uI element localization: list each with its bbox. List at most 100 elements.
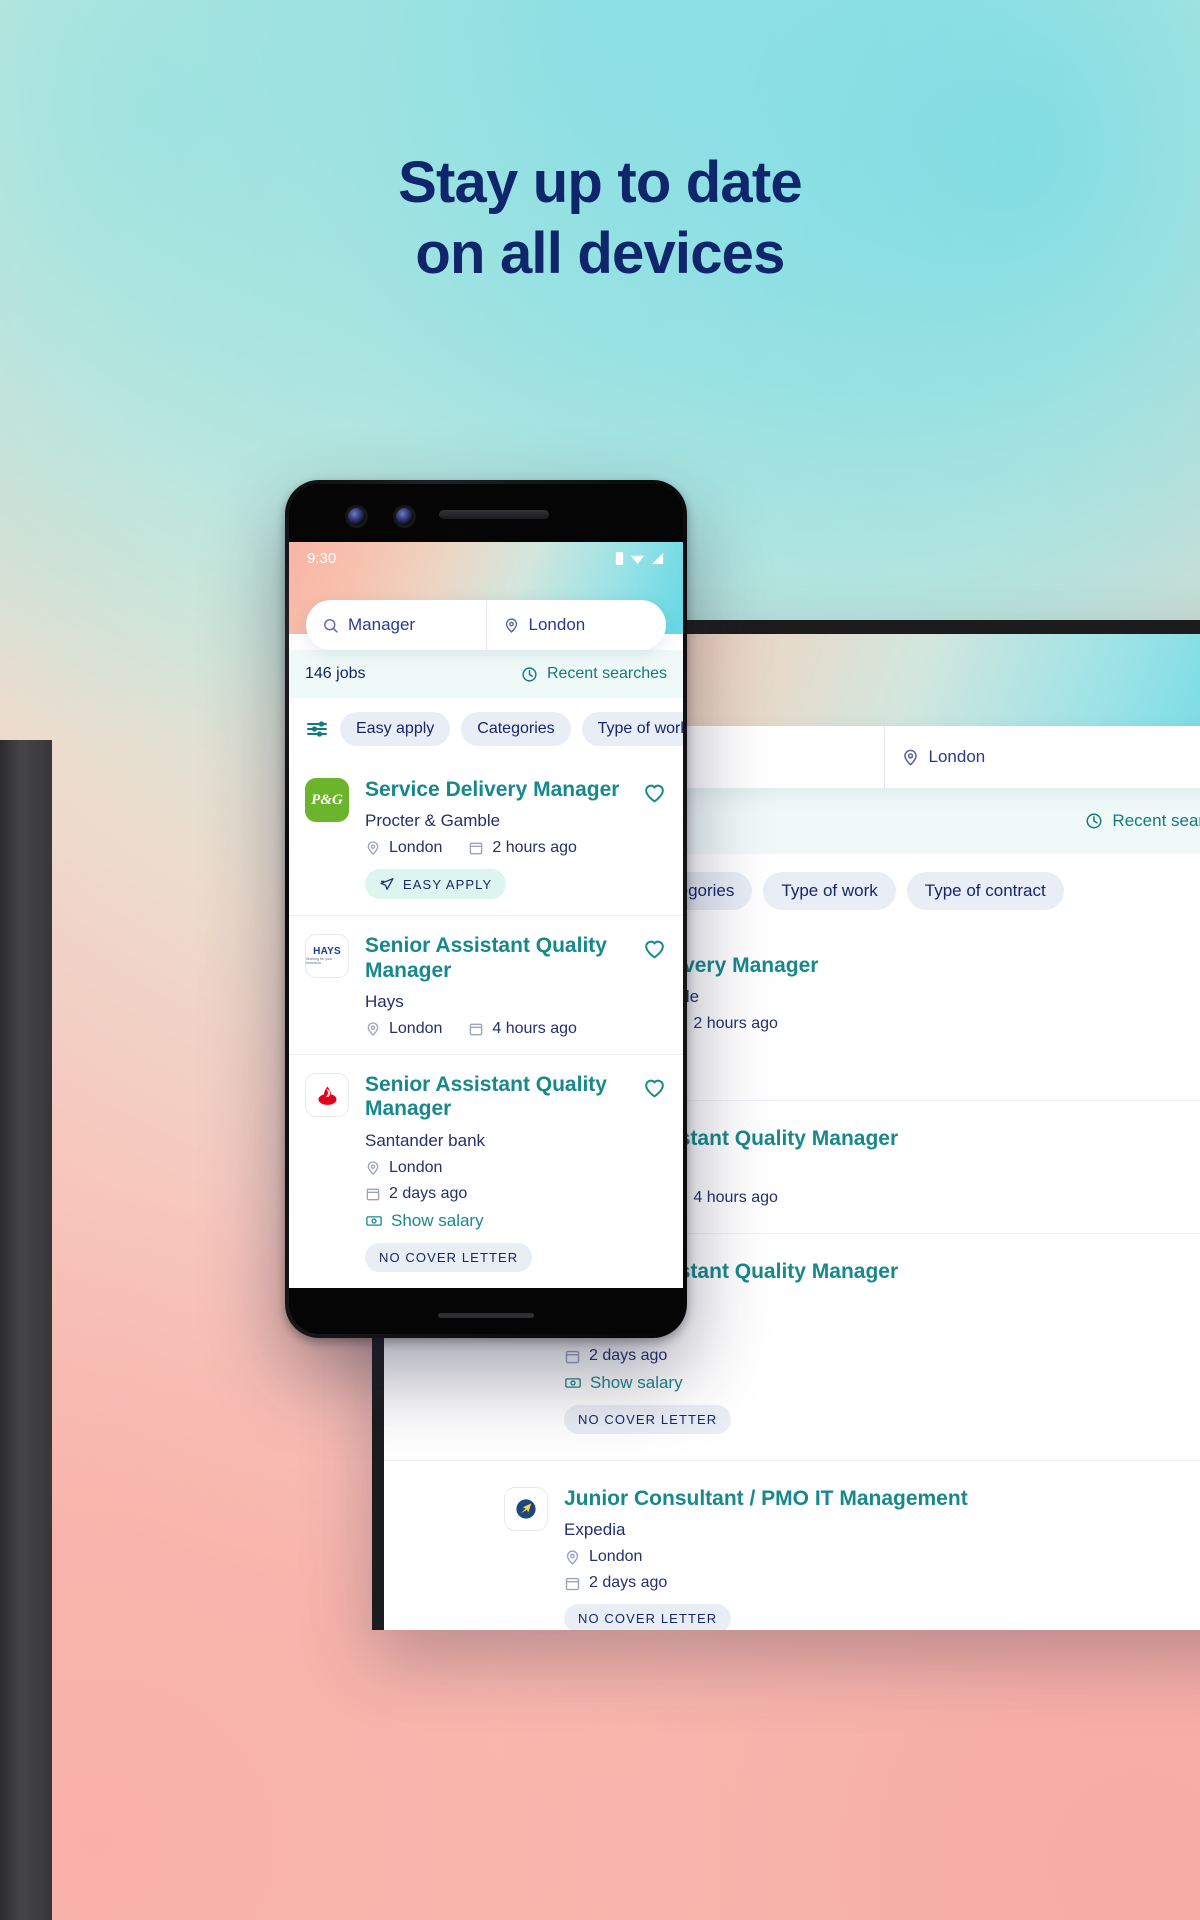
search-input-value: Manager [348, 615, 416, 634]
recent-searches-button[interactable]: Recent searches [521, 665, 667, 683]
save-job-button[interactable] [642, 1075, 667, 1100]
job-company: Expedia [564, 1520, 626, 1540]
headline-line-1: Stay up to date [398, 150, 803, 215]
results-bar: 146 jobs Recent searches [289, 650, 683, 698]
job-posted-row: 2 days ago [365, 1185, 633, 1203]
search-icon [324, 618, 338, 633]
job-location: London [389, 1158, 443, 1176]
battery-icon [615, 552, 624, 565]
list-item[interactable]: HAYS Working for your tomorrow Senior As… [289, 916, 683, 1056]
show-salary-label: Show salary [391, 1210, 484, 1230]
front-camera-secondary-icon [396, 508, 413, 525]
paper-plane-icon [380, 878, 394, 891]
list-item[interactable]: P&G Service Delivery Manager Procter & G… [289, 760, 683, 917]
status-badge: NO COVER LETTER [365, 1242, 533, 1272]
location-pin-icon [903, 749, 917, 766]
phone-bottom-bezel [289, 1288, 683, 1334]
show-salary-label: Show salary [590, 1373, 683, 1393]
phone-search-bar[interactable]: Manager London [306, 600, 666, 650]
filter-settings-icon[interactable] [305, 717, 329, 741]
status-badge: EASY APPLY [365, 869, 507, 900]
job-posted: 4 hours ago [693, 1188, 778, 1206]
show-salary-button[interactable]: Show salary [365, 1211, 633, 1231]
job-location: London [389, 1020, 443, 1038]
phone-top-bezel [289, 484, 683, 542]
job-posted: 2 days ago [589, 1574, 668, 1592]
money-icon [366, 1215, 382, 1226]
expedia-logo [504, 1487, 548, 1532]
expedia-plane-icon [516, 1499, 536, 1519]
status-bar: 9:30 [289, 542, 683, 567]
table-row[interactable]: Junior Consultant / PMO IT Management Ex… [384, 1461, 1200, 1630]
money-icon [565, 1378, 581, 1388]
santander-flame-icon [318, 1086, 336, 1105]
phone-device: 9:30 Manager London 146 jobs Recent sear… [285, 480, 687, 1338]
page-title: Stay up to date on all devices [0, 148, 1200, 290]
wifi-icon [630, 555, 645, 565]
recent-searches-label: Recent searches [546, 665, 667, 682]
heart-icon [645, 941, 664, 959]
chip-easy-apply[interactable]: Easy apply [340, 712, 451, 746]
job-location: London [389, 839, 443, 857]
status-badge: NO COVER LETTER [564, 1405, 732, 1435]
phone-hero: 9:30 Manager London [289, 542, 683, 650]
hays-logo: HAYS Working for your tomorrow [305, 934, 349, 979]
santander-logo [305, 1073, 349, 1118]
desktop-chip-2[interactable]: Type of work [763, 872, 896, 910]
job-location: London [589, 1548, 643, 1566]
chip-categories[interactable]: Categories [461, 712, 571, 746]
calendar-icon [470, 843, 483, 855]
clock-icon [522, 666, 537, 682]
clock-icon [1086, 813, 1102, 829]
desktop-chip-3[interactable]: Type of contract [906, 872, 1064, 910]
job-posted: 2 hours ago [492, 839, 577, 857]
location-input-value: London [528, 615, 586, 634]
job-meta: London [564, 1548, 1200, 1566]
job-posted: 2 days ago [389, 1184, 468, 1202]
phone-inner: 9:30 Manager London 146 jobs Recent sear… [289, 484, 683, 1334]
job-company: Procter & Gamble [365, 811, 501, 831]
job-company: Hays [365, 992, 404, 1012]
job-meta: London 2 hours ago [365, 839, 633, 857]
job-meta: London [365, 1159, 633, 1177]
heart-icon [645, 784, 664, 803]
calendar-icon [565, 1350, 580, 1363]
desktop-recent-searches-button[interactable]: Recent searches [1085, 811, 1200, 831]
phone-screen: 9:30 Manager London 146 jobs Recent sear… [289, 542, 683, 1288]
job-posted: 4 hours ago [492, 1020, 577, 1038]
location-pin-icon [367, 1161, 379, 1175]
results-count: 146 jobs [305, 665, 366, 682]
calendar-icon [366, 1188, 380, 1201]
save-job-button[interactable] [642, 936, 667, 961]
list-item[interactable]: Senior Assistant Quality Manager Santand… [289, 1055, 683, 1288]
job-posted: 2 days ago [589, 1347, 668, 1365]
job-title[interactable]: Senior Assistant Quality Manager [365, 1073, 633, 1122]
job-title[interactable]: Junior Consultant / PMO IT Management [564, 1487, 1200, 1511]
earpiece-speaker-icon [439, 510, 549, 519]
search-input[interactable]: Manager [306, 600, 486, 650]
location-input[interactable]: London [485, 600, 667, 650]
calendar-icon [470, 1023, 483, 1036]
desktop-location-field[interactable]: London [883, 726, 1200, 788]
show-salary-button[interactable]: Show salary [564, 1373, 1200, 1393]
status-icons [614, 551, 665, 566]
home-indicator [438, 1313, 534, 1318]
filter-chips-row: Easy apply Categories Type of work [289, 698, 683, 760]
calendar-icon [565, 1577, 580, 1591]
headline-line-2: on all devices [415, 220, 785, 286]
desktop-location-value: London [928, 747, 986, 766]
status-badge-label: EASY APPLY [403, 876, 493, 892]
job-title[interactable]: Service Delivery Manager [365, 778, 633, 802]
location-pin-icon [505, 617, 517, 633]
pg-logo-text: P&G [311, 791, 343, 808]
job-posted-row: 2 days ago [564, 1574, 1200, 1592]
pg-logo: P&G [305, 778, 349, 822]
signal-icon [651, 552, 664, 565]
front-camera-icon [348, 508, 365, 525]
status-badge: NO COVER LETTER [564, 1604, 732, 1630]
job-title[interactable]: Senior Assistant Quality Manager [365, 934, 633, 983]
chip-type-of-work[interactable]: Type of work [581, 712, 683, 746]
desktop-recent-searches-label: Recent searches [1112, 811, 1200, 830]
monitor-stand [0, 740, 52, 1920]
save-job-button[interactable] [642, 780, 667, 805]
